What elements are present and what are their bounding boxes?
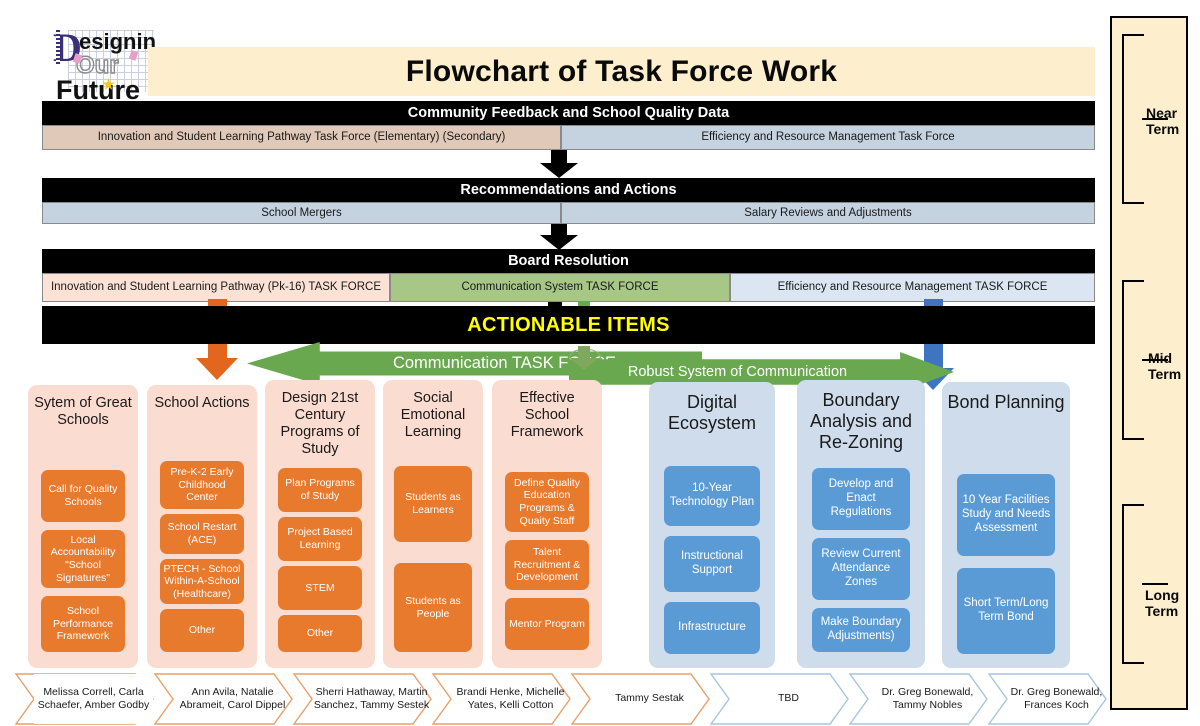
timeline-label-line2: Term	[1145, 602, 1179, 619]
column-title: Sytem of Great Schools	[34, 395, 132, 428]
column-boundary-analysis-re-zoning[interactable]: Boundary Analysis and Re-Zoning Develop …	[797, 380, 925, 668]
chip-10-year-facilities-study[interactable]: 10 Year Facilities Study and Needs Asses…	[957, 474, 1055, 556]
chip-develop-and-enact-regulations[interactable]: Develop and Enact Regulations	[812, 468, 910, 530]
cell-label: School Mergers	[261, 206, 342, 219]
column-title: Effective School Framework	[510, 390, 584, 440]
column-title: Bond Planning	[947, 392, 1065, 412]
row-cells-recommendations-actions: School Mergers Salary Reviews and Adjust…	[42, 202, 1095, 224]
chip-local-accountability[interactable]: Local Accountability "School Signatures"	[41, 530, 125, 588]
timeline-label-line1: Near	[1146, 105, 1178, 121]
chip-mentor-program[interactable]: Mentor Program	[505, 598, 589, 650]
column-digital-ecosystem[interactable]: Digital Ecosystem 10-Year Technology Pla…	[649, 382, 775, 668]
cell-innovation-task-force-elementary-secondary[interactable]: Innovation and Student Learning Pathway …	[42, 125, 561, 150]
owner-chevron-2[interactable]: Ann Avila, Natalie Abrameit, Carol Dippe…	[173, 674, 292, 724]
timeline-panel: Near Term Mid Term Long Term	[1110, 16, 1188, 710]
owner-label: Dr. Greg Bonewald, Frances Koch	[1010, 685, 1103, 711]
cell-label: Communication System TASK FORCE	[461, 281, 659, 294]
banner-robust-system-label: Robust System of Communication	[627, 364, 848, 380]
cell-efficiency-resource-management-task-force-2[interactable]: Efficiency and Resource Management TASK …	[730, 273, 1095, 302]
column-social-emotional-learning[interactable]: Social Emotional Learning Students as Le…	[383, 380, 483, 668]
owner-chevron-7[interactable]: Dr. Greg Bonewald, Tammy Nobles	[868, 674, 987, 724]
chip-talent-recruitment-development[interactable]: Talent Recruitment & Development	[505, 540, 589, 590]
row-header-community-feedback: Community Feedback and School Quality Da…	[42, 101, 1095, 125]
owner-label: TBD	[778, 692, 799, 705]
column-school-actions[interactable]: School Actions Pre-K-2 Early Childhood C…	[147, 385, 257, 668]
actionable-items-label: ACTIONABLE ITEMS	[467, 313, 670, 336]
column-title: Boundary Analysis and Re-Zoning	[809, 390, 913, 453]
page-title-text: Flowchart of Task Force Work	[405, 54, 838, 88]
owner-label: Melissa Correll, Carla Schaefer, Amber G…	[37, 685, 150, 711]
cell-label: Salary Reviews and Adjustments	[744, 206, 912, 219]
column-title: School Actions	[154, 395, 250, 411]
owner-label: Dr. Greg Bonewald, Tammy Nobles	[881, 685, 974, 711]
cell-communication-system-task-force[interactable]: Communication System TASK FORCE	[390, 273, 730, 302]
chip-stem[interactable]: STEM	[278, 566, 362, 610]
logo-ruler-stripe	[56, 30, 60, 66]
column-title: Digital Ecosystem	[667, 392, 757, 434]
owner-label: Tammy Sestak	[615, 692, 684, 705]
column-design-21st-century-programs[interactable]: Design 21st Century Programs of Study Pl…	[265, 380, 375, 668]
chip-ptech-school-within-a-school[interactable]: PTECH - School Within-A-School (Healthca…	[160, 559, 244, 604]
owner-chevron-6[interactable]: TBD	[729, 674, 848, 724]
column-effective-school-framework[interactable]: Effective School Framework Define Qualit…	[492, 380, 602, 668]
flowchart-canvas: D esigning Our Future Flowchart of Task …	[0, 0, 1200, 726]
row-header-recommendations-actions: Recommendations and Actions	[42, 178, 1095, 202]
column-bond-planning[interactable]: Bond Planning 10 Year Facilities Study a…	[942, 382, 1070, 668]
cell-salary-reviews-adjustments[interactable]: Salary Reviews and Adjustments	[561, 202, 1095, 224]
chip-10-year-technology-plan[interactable]: 10-Year Technology Plan	[664, 466, 760, 526]
owner-chevron-3[interactable]: Sherri Hathaway, Martin Sanchez, Tammy S…	[312, 674, 431, 724]
chip-define-quality-education-programs[interactable]: Define Quality Education Programs & Quai…	[505, 472, 589, 532]
row-header-recommendations-actions-label: Recommendations and Actions	[460, 182, 677, 198]
owner-chevron-5[interactable]: Tammy Sestak	[590, 674, 709, 724]
owner-chevron-8[interactable]: Dr. Greg Bonewald, Frances Koch	[1007, 674, 1106, 724]
chip-students-as-learners[interactable]: Students as Learners	[394, 466, 472, 542]
timeline-label-long-term: Long Term	[1145, 587, 1180, 619]
cell-label: Innovation and Student Learning Pathway …	[97, 131, 506, 144]
chip-other-school-actions[interactable]: Other	[160, 609, 244, 652]
owner-chevron-1[interactable]: Melissa Correll, Carla Schaefer, Amber G…	[34, 674, 153, 724]
owner-label: Ann Avila, Natalie Abrameit, Carol Dippe…	[179, 685, 286, 711]
chip-call-for-quality-schools[interactable]: Call for Quality Schools	[41, 470, 125, 522]
timeline-label-line2: Term	[1148, 365, 1182, 382]
chip-review-current-attendance-zones[interactable]: Review Current Attendance Zones	[812, 538, 910, 600]
chip-students-as-people[interactable]: Students as People	[394, 563, 472, 652]
bracket-long-term	[1122, 504, 1168, 664]
timeline-label-near-term: Near Term	[1146, 105, 1180, 137]
page-title: Flowchart of Task Force Work	[148, 47, 1095, 96]
cell-efficiency-resource-management-task-force[interactable]: Efficiency and Resource Management Task …	[561, 125, 1095, 150]
cell-school-mergers[interactable]: School Mergers	[42, 202, 561, 224]
timeline-label-line1: Mid	[1148, 350, 1173, 366]
owner-chevron-4[interactable]: Brandi Henke, Michelle Yates, Kelli Cott…	[451, 674, 570, 724]
chip-short-term-long-term-bond[interactable]: Short Term/Long Term Bond	[957, 568, 1055, 654]
timeline-label-line1: Long	[1145, 587, 1180, 603]
row-cells-board-resolution: Innovation and Student Learning Pathway …	[42, 273, 1095, 302]
column-sytem-of-great-schools[interactable]: Sytem of Great Schools Call for Quality …	[28, 385, 138, 668]
cell-innovation-pathway-pk16-task-force[interactable]: Innovation and Student Learning Pathway …	[42, 273, 390, 302]
row-cells-community-feedback: Innovation and Student Learning Pathway …	[42, 125, 1095, 150]
chip-pre-k2-early-childhood-center[interactable]: Pre-K-2 Early Childhood Center	[160, 461, 244, 509]
designing-our-future-logo: D esigning Our Future	[50, 26, 155, 110]
timeline-label-line2: Term	[1146, 120, 1180, 137]
chip-infrastructure[interactable]: Infrastructure	[664, 602, 760, 654]
actionable-items-bar: ACTIONABLE ITEMS	[42, 306, 1095, 344]
row-header-board-resolution: Board Resolution	[42, 249, 1095, 273]
owner-label: Brandi Henke, Michelle Yates, Kelli Cott…	[456, 685, 565, 711]
column-title: Social Emotional Learning	[400, 390, 466, 440]
cell-label: Efficiency and Resource Management TASK …	[777, 281, 1048, 294]
chip-plan-programs-of-study[interactable]: Plan Programs of Study	[278, 468, 362, 512]
logo-word-designing: esigning	[79, 29, 155, 54]
chip-school-performance-framework[interactable]: School Performance Framework	[41, 596, 125, 652]
chip-other-programs[interactable]: Other	[278, 615, 362, 652]
row-header-community-feedback-label: Community Feedback and School Quality Da…	[407, 105, 730, 121]
chip-instructional-support[interactable]: Instructional Support	[664, 536, 760, 592]
column-title: Design 21st Century Programs of Study	[280, 390, 360, 457]
chip-school-restart-ace[interactable]: School Restart (ACE)	[160, 514, 244, 554]
timeline-label-mid-term: Mid Term	[1148, 350, 1182, 382]
row-header-board-resolution-label: Board Resolution	[508, 253, 629, 269]
chip-project-based-learning[interactable]: Project Based Learning	[278, 517, 362, 561]
owner-label: Sherri Hathaway, Martin Sanchez, Tammy S…	[313, 685, 430, 711]
chip-make-boundary-adjustments[interactable]: Make Boundary Adjustments)	[812, 608, 910, 652]
cell-label: Innovation and Student Learning Pathway …	[50, 281, 382, 294]
cell-label: Efficiency and Resource Management Task …	[701, 131, 955, 144]
